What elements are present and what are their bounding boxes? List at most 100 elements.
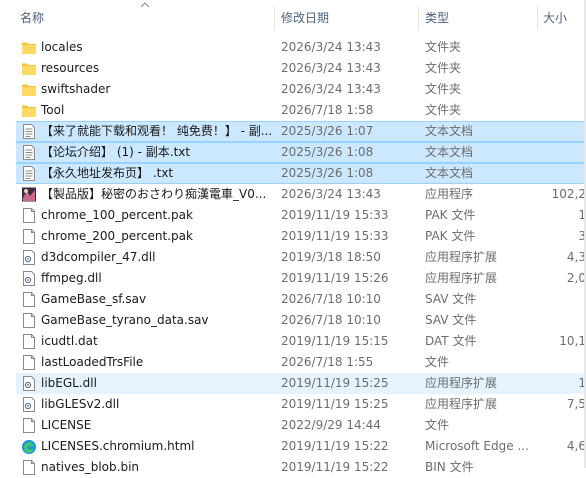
- file-name: LICENSE: [41, 418, 92, 432]
- file-size: 102,2: [551, 187, 586, 201]
- file-row[interactable]: d3dcompiler_47.dll 2019/3/18 18:50 应用程序扩展 4…: [0, 247, 586, 268]
- column-divider[interactable]: [537, 6, 538, 30]
- file-date: 2025/3/26 1:08: [281, 166, 374, 180]
- file-icon: [21, 417, 37, 434]
- file-row[interactable]: libEGL.dll 2019/11/19 15:25 应用程序扩展 1: [0, 373, 586, 394]
- file-date: 2019/11/19 15:26: [281, 271, 389, 285]
- text-file-icon: [21, 165, 37, 182]
- file-type: 文本文档: [425, 166, 474, 180]
- file-size: 2,0: [566, 271, 586, 285]
- file-row[interactable]: 【论坛介绍】 (1) - 副本.txt 2025/3/26 1:08 文本文档: [0, 142, 586, 163]
- column-header-date[interactable]: 修改日期: [281, 0, 329, 32]
- file-type: 应用程序扩展: [425, 271, 498, 285]
- file-list: locales 2026/3/24 13:43 文件夹 resources 2026/3…: [0, 37, 586, 478]
- file-size: [545, 142, 586, 163]
- file-date: 2019/11/19 15:33: [281, 229, 389, 243]
- file-name: ffmpeg.dll: [41, 271, 102, 285]
- file-date: 2026/3/24 13:43: [281, 40, 381, 54]
- file-date: 2019/11/19 15:33: [281, 208, 389, 222]
- file-name: d3dcompiler_47.dll: [41, 250, 156, 264]
- dll-icon: [21, 375, 37, 392]
- file-name: icudtl.dat: [41, 334, 98, 348]
- file-name: 【来了就能下载和观看！ 纯免费！】 - 副...: [41, 124, 271, 138]
- file-date: 2026/7/18 10:10: [281, 292, 381, 306]
- file-size: 3: [578, 229, 586, 243]
- file-name: locales: [41, 40, 83, 54]
- file-date: 2019/11/19 15:25: [281, 376, 389, 390]
- file-icon: [21, 291, 37, 308]
- file-row[interactable]: chrome_200_percent.pak 2019/11/19 15:33 PA…: [0, 226, 586, 247]
- file-name: 【製品版】秘密のおさわり痴漢電車_V0...: [41, 187, 267, 201]
- file-icon: [21, 354, 37, 371]
- dll-icon: [21, 396, 37, 413]
- file-type: 文件夹: [425, 40, 462, 54]
- file-size: [545, 79, 586, 100]
- dll-icon: [21, 270, 37, 287]
- file-type: 应用程序扩展: [425, 250, 498, 264]
- file-row[interactable]: 【製品版】秘密のおさわり痴漢電車_V0... 2026/3/24 13:43 应用程…: [0, 184, 586, 205]
- file-row[interactable]: swiftshader 2026/3/24 13:43 文件夹: [0, 79, 586, 100]
- file-row[interactable]: 【永久地址发布页】 .txt 2025/3/26 1:08 文本文档: [0, 163, 586, 184]
- sort-ascending-icon[interactable]: [139, 1, 151, 9]
- file-row[interactable]: locales 2026/3/24 13:43 文件夹: [0, 37, 586, 58]
- file-size: 1: [578, 376, 586, 390]
- file-size: 7,5: [566, 397, 586, 411]
- file-name: GameBase_tyrano_data.sav: [41, 313, 209, 327]
- file-date: 2019/11/19 15:22: [281, 439, 389, 453]
- file-size: 1: [578, 208, 586, 222]
- file-row[interactable]: 【来了就能下载和观看！ 纯免费！】 - 副... 2025/3/26 1:07 文本…: [0, 121, 586, 142]
- file-name: chrome_100_percent.pak: [41, 208, 193, 222]
- file-icon: [21, 312, 37, 329]
- file-name: 【论坛介绍】 (1) - 副本.txt: [41, 145, 191, 159]
- edge-icon: [21, 438, 37, 455]
- file-date: 2026/7/18 1:58: [281, 103, 374, 117]
- file-size: [545, 289, 586, 310]
- file-type: 文件: [425, 355, 450, 369]
- file-row[interactable]: icudtl.dat 2019/11/19 15:15 DAT 文件 10,1: [0, 331, 586, 352]
- file-type: DAT 文件: [425, 334, 477, 348]
- file-type: Microsoft Edge ...: [425, 439, 529, 453]
- file-type: 文件夹: [425, 61, 462, 75]
- file-size: [545, 58, 586, 79]
- folder-icon: [21, 60, 37, 77]
- file-type: 文本文档: [425, 145, 474, 159]
- file-type: PAK 文件: [425, 229, 476, 243]
- file-row[interactable]: libGLESv2.dll 2019/11/19 15:25 应用程序扩展 7,5: [0, 394, 586, 415]
- file-name: swiftshader: [41, 82, 111, 96]
- column-header-name[interactable]: 名称: [20, 0, 44, 32]
- file-row[interactable]: GameBase_sf.sav 2026/7/18 10:10 SAV 文件: [0, 289, 586, 310]
- column-header-type[interactable]: 类型: [425, 0, 449, 32]
- file-size: [545, 163, 586, 184]
- file-row[interactable]: Tool 2026/7/18 1:58 文件夹: [0, 100, 586, 121]
- file-row[interactable]: LICENSE 2022/9/29 14:44 文件: [0, 415, 586, 436]
- file-row[interactable]: ffmpeg.dll 2019/11/19 15:26 应用程序扩展 2,0: [0, 268, 586, 289]
- file-type: 文件夹: [425, 103, 462, 117]
- file-size: [545, 352, 586, 373]
- file-date: 2026/7/18 1:55: [281, 355, 374, 369]
- file-name: Tool: [41, 103, 65, 117]
- file-date: 2019/3/18 18:50: [281, 250, 381, 264]
- file-row[interactable]: chrome_100_percent.pak 2019/11/19 15:33 PA…: [0, 205, 586, 226]
- file-type: 文件夹: [425, 82, 462, 96]
- file-type: SAV 文件: [425, 292, 477, 306]
- text-file-icon: [21, 123, 37, 140]
- column-divider[interactable]: [274, 6, 275, 30]
- file-row[interactable]: GameBase_tyrano_data.sav 2026/7/18 10:10 S…: [0, 310, 586, 331]
- file-size: [545, 37, 586, 58]
- file-row[interactable]: LICENSES.chromium.html 2019/11/19 15:22 Mi…: [0, 436, 586, 457]
- file-name: chrome_200_percent.pak: [41, 229, 193, 243]
- text-file-icon: [21, 144, 37, 161]
- column-header-size[interactable]: 大小: [543, 0, 567, 32]
- folder-icon: [21, 81, 37, 98]
- file-row[interactable]: lastLoadedTrsFile 2026/7/18 1:55 文件: [0, 352, 586, 373]
- file-name: 【永久地址发布页】 .txt: [41, 166, 174, 180]
- file-date: 2019/11/19 15:15: [281, 334, 389, 348]
- file-size: [545, 121, 586, 142]
- file-size: [545, 100, 586, 121]
- file-date: 2026/7/18 10:10: [281, 313, 381, 327]
- file-date: 2025/3/26 1:08: [281, 145, 374, 159]
- file-type: 文本文档: [425, 124, 474, 138]
- column-divider[interactable]: [418, 6, 419, 30]
- file-row[interactable]: resources 2026/3/24 13:43 文件夹: [0, 58, 586, 79]
- file-icon: [21, 333, 37, 350]
